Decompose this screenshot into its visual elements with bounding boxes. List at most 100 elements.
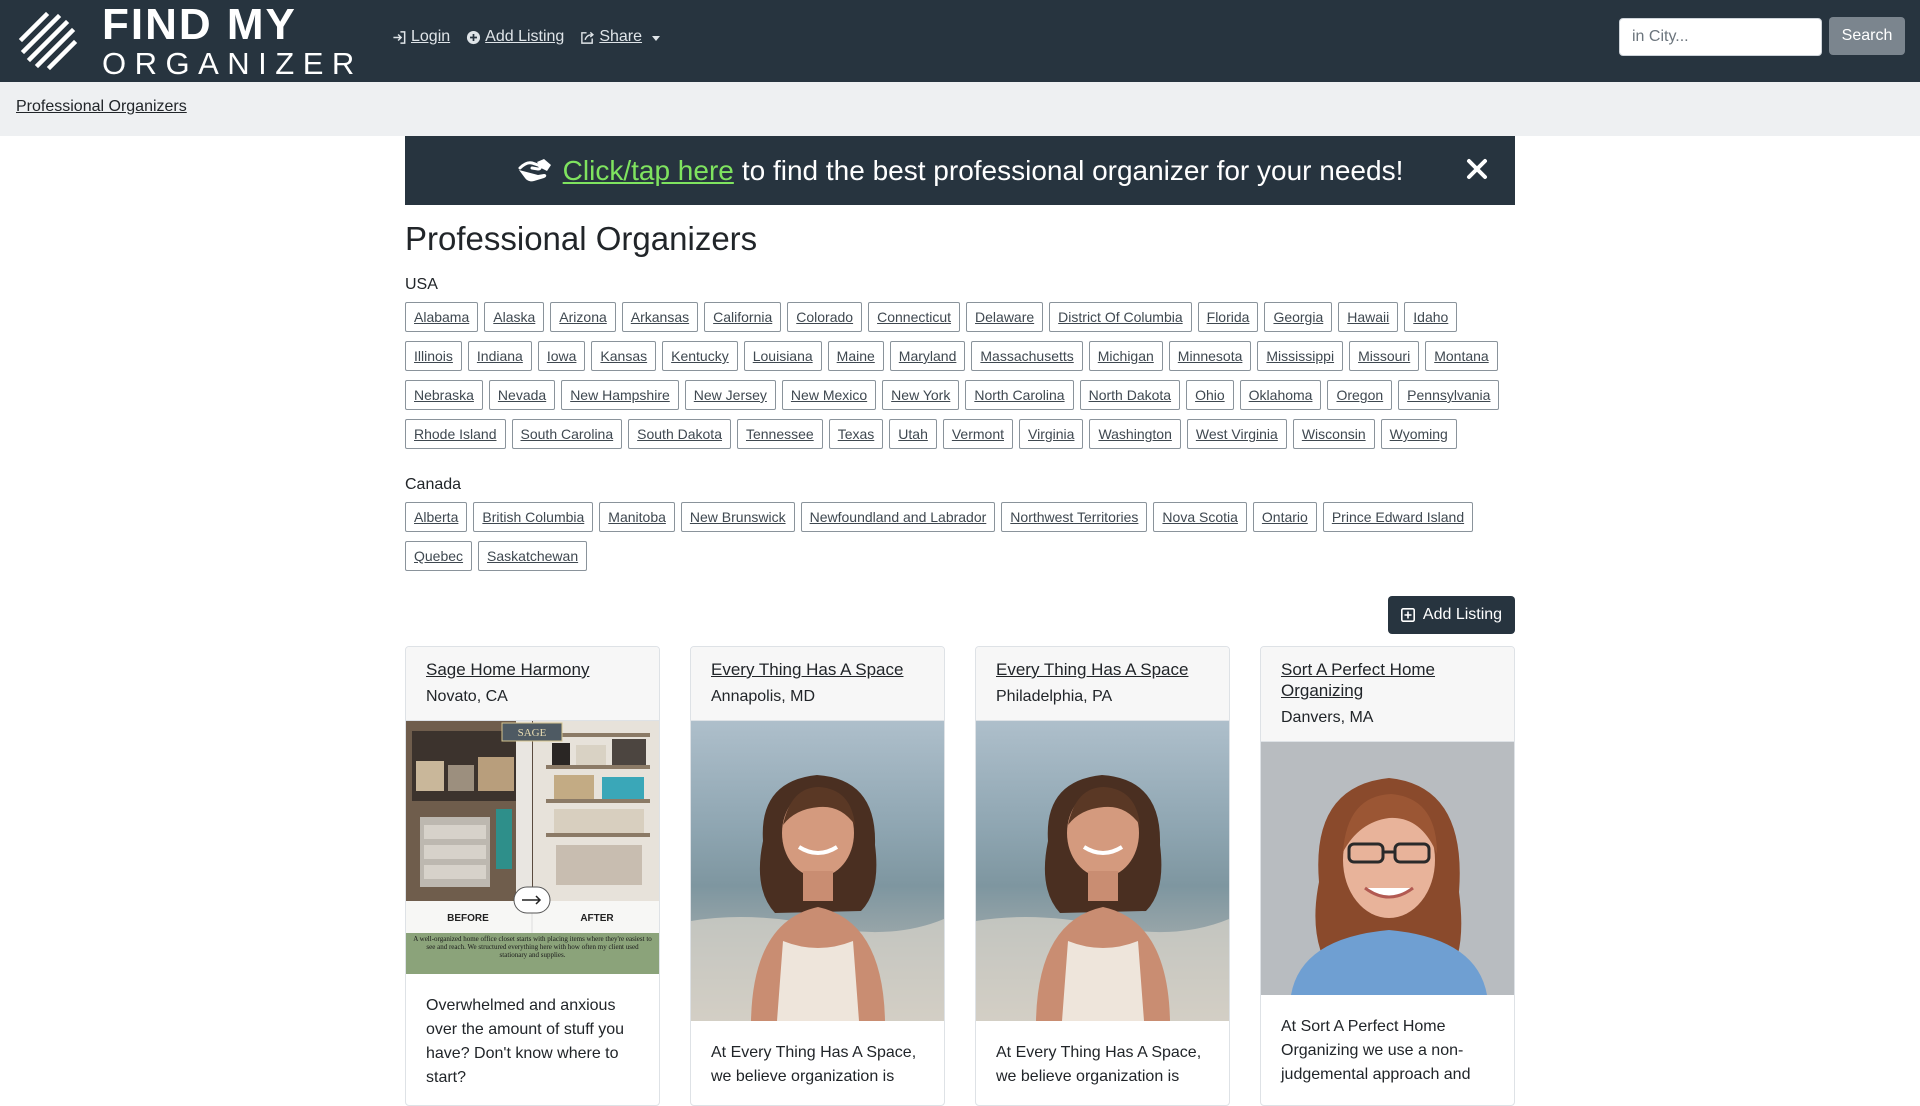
region-link-iowa[interactable]: Iowa	[537, 341, 586, 371]
region-link-west-virginia[interactable]: West Virginia	[1186, 419, 1287, 449]
region-link-missouri[interactable]: Missouri	[1349, 341, 1420, 371]
region-link-vermont[interactable]: Vermont	[942, 419, 1013, 449]
city-search-input[interactable]	[1619, 18, 1822, 56]
listing-image-portrait[interactable]	[1261, 742, 1514, 995]
listing-title-link[interactable]: Sort A Perfect Home Organizing	[1281, 659, 1494, 701]
region-link-ontario[interactable]: Ontario	[1252, 502, 1317, 532]
region-link-wisconsin[interactable]: Wisconsin	[1292, 419, 1375, 449]
region-link-alabama[interactable]: Alabama	[405, 302, 479, 332]
share-label: Share	[599, 28, 643, 45]
region-link-wyoming[interactable]: Wyoming	[1380, 419, 1457, 449]
find-organizer-link[interactable]: Click/tap here	[563, 155, 734, 187]
after-label: AFTER	[580, 913, 614, 924]
listing-location: Danvers, MA	[1281, 709, 1374, 726]
breadcrumb-bar: Professional Organizers	[0, 82, 1920, 136]
region-link-ohio[interactable]: Ohio	[1186, 380, 1234, 410]
close-banner-button[interactable]	[1459, 151, 1495, 187]
region-link-louisiana[interactable]: Louisiana	[743, 341, 822, 371]
region-link-pennsylvania[interactable]: Pennsylvania	[1398, 380, 1500, 410]
region-link-saskatchewan[interactable]: Saskatchewan	[478, 541, 588, 571]
region-link-district-of-columbia[interactable]: District Of Columbia	[1049, 302, 1192, 332]
promo-banner: Click/tap here to find the best professi…	[405, 136, 1515, 205]
listing-image-before-after[interactable]: SAGE BEFORE AFTER A well-organized home …	[406, 721, 659, 974]
region-link-rhode-island[interactable]: Rhode Island	[405, 419, 506, 449]
region-link-mississippi[interactable]: Mississippi	[1257, 341, 1344, 371]
region-link-colorado[interactable]: Colorado	[787, 302, 863, 332]
close-icon	[1467, 159, 1487, 179]
region-link-new-hampshire[interactable]: New Hampshire	[561, 380, 679, 410]
region-link-northwest-territories[interactable]: Northwest Territories	[1001, 502, 1148, 532]
listing-location: Novato, CA	[426, 688, 508, 705]
region-link-new-mexico[interactable]: New Mexico	[781, 380, 877, 410]
plus-circle-icon	[467, 30, 481, 44]
search-button[interactable]: Search	[1829, 17, 1905, 55]
breadcrumb-link[interactable]: Professional Organizers	[16, 98, 187, 116]
region-link-georgia[interactable]: Georgia	[1264, 302, 1333, 332]
region-link-nebraska[interactable]: Nebraska	[405, 380, 483, 410]
listing-image-portrait[interactable]	[976, 721, 1229, 1021]
region-link-nova-scotia[interactable]: Nova Scotia	[1153, 502, 1247, 532]
region-link-illinois[interactable]: Illinois	[405, 341, 462, 371]
region-link-florida[interactable]: Florida	[1197, 302, 1259, 332]
region-link-arizona[interactable]: Arizona	[550, 302, 616, 332]
region-link-montana[interactable]: Montana	[1425, 341, 1498, 371]
image-caption: A well-organized home office closet star…	[413, 935, 652, 959]
card-header: Sort A Perfect Home Organizing Danvers, …	[1261, 647, 1514, 742]
card-header: Every Thing Has A Space Philadelphia, PA	[976, 647, 1229, 721]
listing-title-link[interactable]: Every Thing Has A Space	[711, 659, 924, 680]
region-link-manitoba[interactable]: Manitoba	[599, 502, 675, 532]
listing-card: Sort A Perfect Home Organizing Danvers, …	[1260, 646, 1515, 1106]
before-label: BEFORE	[447, 913, 489, 924]
region-link-maine[interactable]: Maine	[827, 341, 884, 371]
region-link-south-carolina[interactable]: South Carolina	[511, 419, 623, 449]
region-link-oklahoma[interactable]: Oklahoma	[1239, 380, 1322, 410]
region-link-new-york[interactable]: New York	[882, 380, 960, 410]
region-link-michigan[interactable]: Michigan	[1088, 341, 1163, 371]
region-link-north-dakota[interactable]: North Dakota	[1079, 380, 1181, 410]
listing-excerpt: At Every Thing Has A Space, we believe o…	[711, 1044, 917, 1085]
region-link-quebec[interactable]: Quebec	[405, 541, 473, 571]
region-link-arkansas[interactable]: Arkansas	[621, 302, 699, 332]
add-listing-label: Add Listing	[485, 28, 565, 45]
listing-title-link[interactable]: Sage Home Harmony	[426, 659, 639, 680]
region-link-alberta[interactable]: Alberta	[405, 502, 468, 532]
site-logo[interactable]: FIND MY ORGANIZER	[16, 3, 363, 79]
region-link-oregon[interactable]: Oregon	[1327, 380, 1393, 410]
region-link-indiana[interactable]: Indiana	[467, 341, 532, 371]
region-link-texas[interactable]: Texas	[828, 419, 884, 449]
region-link-minnesota[interactable]: Minnesota	[1168, 341, 1252, 371]
listing-card: Sage Home Harmony Novato, CA SAGE BEFORE…	[405, 646, 660, 1106]
listing-card: Every Thing Has A Space Annapolis, MD At…	[690, 646, 945, 1106]
region-link-tennessee[interactable]: Tennessee	[736, 419, 823, 449]
region-link-kansas[interactable]: Kansas	[591, 341, 657, 371]
region-link-idaho[interactable]: Idaho	[1404, 302, 1458, 332]
region-link-utah[interactable]: Utah	[889, 419, 937, 449]
listing-title-link[interactable]: Every Thing Has A Space	[996, 659, 1209, 680]
region-link-newfoundland-and-labrador[interactable]: Newfoundland and Labrador	[800, 502, 996, 532]
share-dropdown[interactable]: Share	[580, 28, 661, 46]
region-link-british-columbia[interactable]: British Columbia	[473, 502, 594, 532]
region-link-new-brunswick[interactable]: New Brunswick	[680, 502, 795, 532]
region-link-massachusetts[interactable]: Massachusetts	[971, 341, 1083, 371]
region-link-washington[interactable]: Washington	[1089, 419, 1181, 449]
sign-in-icon	[393, 30, 406, 44]
region-link-alaska[interactable]: Alaska	[484, 302, 545, 332]
region-link-south-dakota[interactable]: South Dakota	[628, 419, 731, 449]
add-listing-button[interactable]: Add Listing	[1388, 596, 1515, 634]
add-listing-link[interactable]: Add Listing	[466, 28, 564, 46]
listing-image-portrait[interactable]	[691, 721, 944, 1021]
region-link-north-carolina[interactable]: North Carolina	[965, 380, 1074, 410]
region-link-connecticut[interactable]: Connecticut	[868, 302, 961, 332]
page-title: Professional Organizers	[405, 220, 758, 257]
login-link[interactable]: Login	[392, 28, 450, 46]
region-link-new-jersey[interactable]: New Jersey	[684, 380, 776, 410]
region-link-maryland[interactable]: Maryland	[889, 341, 966, 371]
region-link-virginia[interactable]: Virginia	[1019, 419, 1084, 449]
region-link-hawaii[interactable]: Hawaii	[1338, 302, 1399, 332]
region-link-prince-edward-island[interactable]: Prince Edward Island	[1322, 502, 1474, 532]
region-link-nevada[interactable]: Nevada	[488, 380, 556, 410]
card-header: Every Thing Has A Space Annapolis, MD	[691, 647, 944, 721]
region-link-delaware[interactable]: Delaware	[966, 302, 1044, 332]
region-link-kentucky[interactable]: Kentucky	[662, 341, 738, 371]
region-link-california[interactable]: California	[704, 302, 782, 332]
